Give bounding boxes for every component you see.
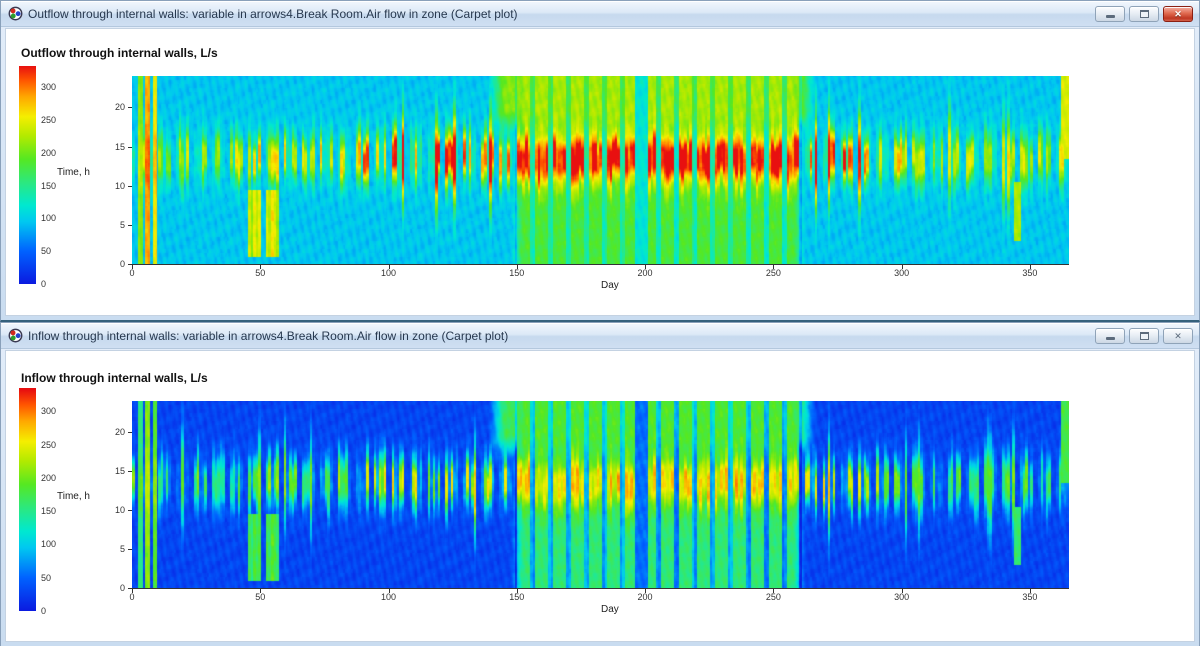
colorbar-tick-label: 0 bbox=[41, 279, 46, 289]
heatmap-plot-area[interactable] bbox=[132, 76, 1069, 264]
y-tick-label: 5 bbox=[99, 220, 125, 230]
x-tick-label: 0 bbox=[129, 592, 134, 602]
y-tick-label: 15 bbox=[99, 142, 125, 152]
colorbar-tick-label: 250 bbox=[41, 115, 56, 125]
x-tick-label: 50 bbox=[255, 592, 265, 602]
y-axis-label: Time, h bbox=[57, 491, 90, 502]
y-axis-label: Time, h bbox=[57, 167, 90, 178]
y-tick-label: 10 bbox=[99, 181, 125, 191]
colorbar-tick-label: 50 bbox=[41, 573, 51, 583]
x-tick-label: 100 bbox=[381, 592, 396, 602]
inflow-plot-window: Inflow through internal walls: variable … bbox=[0, 322, 1200, 646]
outflow-plot-window: Outflow through internal walls: variable… bbox=[0, 0, 1200, 322]
colorbar-tick-label: 150 bbox=[41, 181, 56, 191]
x-axis-line bbox=[132, 588, 1069, 589]
outflow-carpet-chart: Outflow through internal walls, L/s05010… bbox=[1, 1, 1199, 320]
y-tick-label: 15 bbox=[99, 466, 125, 476]
colorbar-gradient bbox=[19, 388, 36, 611]
x-tick-label: 0 bbox=[129, 268, 134, 278]
heatmap-plot-area[interactable] bbox=[132, 401, 1069, 588]
y-tick-label: 10 bbox=[99, 505, 125, 515]
colorbar-tick-label: 300 bbox=[41, 406, 56, 416]
y-tick-label: 20 bbox=[99, 102, 125, 112]
x-axis-label: Day bbox=[601, 280, 619, 291]
colorbar-tick-label: 200 bbox=[41, 148, 56, 158]
x-tick-label: 50 bbox=[255, 268, 265, 278]
x-tick-label: 150 bbox=[509, 268, 524, 278]
colorbar-tick-label: 250 bbox=[41, 440, 56, 450]
chart-title: Outflow through internal walls, L/s bbox=[21, 46, 218, 60]
x-axis-line bbox=[132, 264, 1069, 265]
colorbar-tick-label: 200 bbox=[41, 473, 56, 483]
x-tick-label: 100 bbox=[381, 268, 396, 278]
x-tick-label: 350 bbox=[1022, 268, 1037, 278]
x-tick-label: 300 bbox=[894, 268, 909, 278]
colorbar-tick-label: 100 bbox=[41, 539, 56, 549]
chart-title: Inflow through internal walls, L/s bbox=[21, 371, 208, 385]
x-tick-label: 200 bbox=[638, 268, 653, 278]
x-tick-label: 200 bbox=[638, 592, 653, 602]
y-tick-label: 5 bbox=[99, 544, 125, 554]
colorbar-tick-label: 100 bbox=[41, 213, 56, 223]
y-tick-label: 0 bbox=[99, 259, 125, 269]
y-tick-label: 20 bbox=[99, 427, 125, 437]
x-axis-label: Day bbox=[601, 604, 619, 615]
colorbar-tick-label: 0 bbox=[41, 606, 46, 616]
colorbar-tick-label: 150 bbox=[41, 506, 56, 516]
x-tick-label: 250 bbox=[766, 592, 781, 602]
x-tick-label: 150 bbox=[509, 592, 524, 602]
colorbar-tick-label: 50 bbox=[41, 246, 51, 256]
x-tick-label: 250 bbox=[766, 268, 781, 278]
y-tick-label: 0 bbox=[99, 583, 125, 593]
colorbar-gradient bbox=[19, 66, 36, 284]
colorbar-tick-label: 300 bbox=[41, 82, 56, 92]
inflow-carpet-chart: Inflow through internal walls, L/s050100… bbox=[1, 323, 1199, 646]
x-tick-label: 300 bbox=[894, 592, 909, 602]
x-tick-label: 350 bbox=[1022, 592, 1037, 602]
